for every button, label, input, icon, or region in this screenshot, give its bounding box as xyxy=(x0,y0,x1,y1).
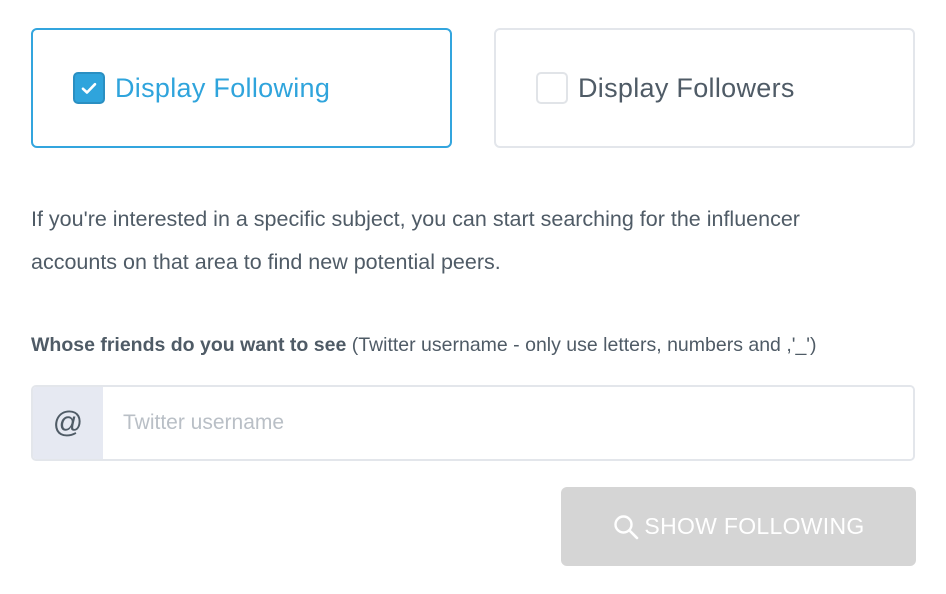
checkmark-icon xyxy=(81,82,97,94)
display-following-option[interactable]: Display Following xyxy=(31,28,452,148)
page: Display Following Display Followers If y… xyxy=(0,0,946,594)
search-icon xyxy=(612,513,640,541)
show-following-label: SHOW FOLLOWING xyxy=(644,513,865,539)
username-field-label: Whose friends do you want to see (Twitte… xyxy=(31,334,817,357)
at-sign-prefix: @ xyxy=(33,387,103,459)
field-label-hint: (Twitter username - only use letters, nu… xyxy=(351,334,817,356)
field-label-strong: Whose friends do you want to see xyxy=(31,334,347,356)
display-followers-checkbox[interactable] xyxy=(536,72,568,104)
show-following-button[interactable]: SHOW FOLLOWING xyxy=(561,487,916,566)
display-followers-option[interactable]: Display Followers xyxy=(494,28,915,148)
username-input-group: @ xyxy=(31,385,915,461)
display-followers-label: Display Followers xyxy=(578,72,795,103)
display-following-checkbox[interactable] xyxy=(73,72,105,104)
twitter-username-input[interactable] xyxy=(103,387,913,459)
display-following-label: Display Following xyxy=(115,72,331,103)
description-text: If you're interested in a specific subje… xyxy=(31,207,800,274)
